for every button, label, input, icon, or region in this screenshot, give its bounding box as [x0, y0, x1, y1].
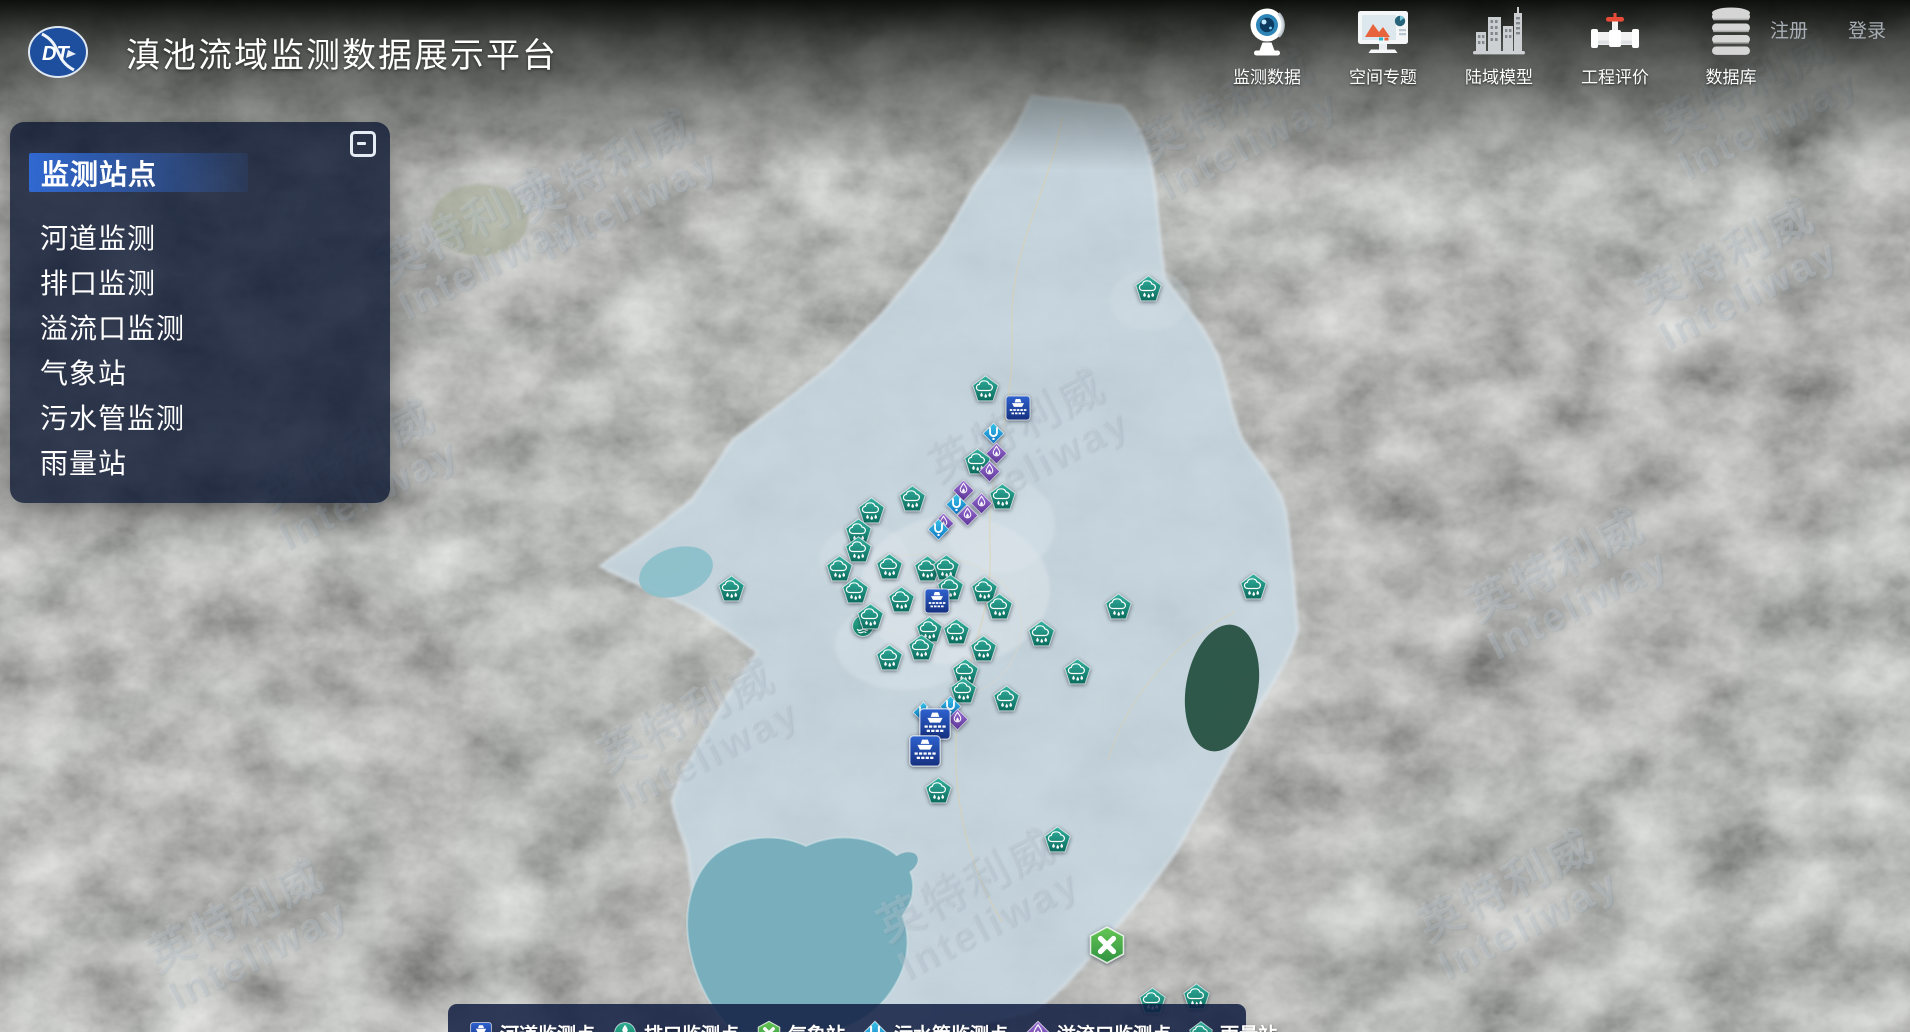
- nav-item-land-model[interactable]: 陆域模型: [1458, 4, 1540, 88]
- rain-marker[interactable]: [992, 684, 1021, 713]
- auth-links: 注册 登录: [1770, 16, 1886, 43]
- monitor-chart-icon: [1355, 4, 1411, 62]
- nav-label: 监测数据: [1233, 63, 1301, 88]
- sewage-pipe-station-icon: [862, 1020, 888, 1032]
- webcam-icon: [1239, 4, 1295, 62]
- panel-title-bar: 监测站点: [29, 153, 248, 192]
- rain-marker[interactable]: [1063, 657, 1092, 686]
- rain-marker[interactable]: [1027, 619, 1056, 648]
- river-station-icon: [468, 1020, 494, 1032]
- river-marker[interactable]: [1003, 393, 1033, 423]
- app-window: 英特利威Inteliway英特利威Inteliway英特利威Inteliway英…: [0, 0, 1910, 1032]
- panel-item-overflow[interactable]: 溢流口监测: [40, 304, 390, 349]
- river-marker[interactable]: [906, 732, 944, 770]
- nav-label: 空间专题: [1349, 63, 1417, 88]
- nav-label: 工程评价: [1581, 63, 1649, 88]
- rain-marker[interactable]: [907, 633, 936, 662]
- nav-label: 数据库: [1706, 63, 1757, 88]
- nav-item-spatial-theme[interactable]: 空间专题: [1342, 4, 1424, 88]
- weather-station-icon: [756, 1020, 782, 1032]
- rain-gauge-icon: [1188, 1020, 1214, 1032]
- nav-item-monitor-data[interactable]: 监测数据: [1226, 4, 1308, 88]
- panel-item-river[interactable]: 河道监测: [40, 214, 390, 259]
- main-nav: 监测数据 空间专题: [1226, 4, 1772, 88]
- page-title: 滇池流域监测数据展示平台: [126, 28, 558, 77]
- weather-marker[interactable]: [1087, 925, 1127, 965]
- rain-marker[interactable]: [875, 643, 904, 672]
- rain-marker[interactable]: [841, 576, 870, 605]
- river-marker[interactable]: [922, 586, 952, 616]
- overflow-marker[interactable]: [956, 504, 979, 527]
- rain-marker[interactable]: [1043, 825, 1072, 854]
- collapse-panel-button[interactable]: [350, 131, 376, 157]
- map-legend-bar: 河道监测点 排口监测点 气象站 污水管监测点 溢流口监测点 雨量站: [448, 1004, 1246, 1032]
- top-header: DT 滇池流域监测数据展示平台 监测数据: [0, 0, 1910, 96]
- pipe-valve-icon: [1587, 4, 1643, 62]
- database-icon: [1703, 4, 1759, 62]
- app-logo-icon: DT: [28, 26, 88, 78]
- panel-item-outlet[interactable]: 排口监测: [40, 259, 390, 304]
- nav-item-database[interactable]: 数据库: [1690, 4, 1772, 88]
- outlet-station-icon: [612, 1020, 638, 1032]
- monitoring-stations-panel: 监测站点 河道监测 排口监测 溢流口监测 气象站 污水管监测 雨量站: [10, 122, 390, 503]
- rain-marker[interactable]: [985, 592, 1014, 621]
- rain-marker[interactable]: [1104, 592, 1133, 621]
- overflow-station-icon: [1025, 1020, 1051, 1032]
- sewage-marker[interactable]: [927, 518, 950, 541]
- rain-marker[interactable]: [856, 602, 885, 631]
- legend-item-sewage[interactable]: 污水管监测点: [862, 1020, 1008, 1032]
- legend-item-overflow[interactable]: 溢流口监测点: [1025, 1020, 1171, 1032]
- rain-marker[interactable]: [875, 552, 904, 581]
- nav-item-project-eval[interactable]: 工程评价: [1574, 4, 1656, 88]
- city-buildings-icon: [1471, 4, 1527, 62]
- legend-item-outlet[interactable]: 排口监测点: [612, 1020, 739, 1032]
- rain-marker[interactable]: [1239, 572, 1268, 601]
- panel-item-sewage[interactable]: 污水管监测: [40, 394, 390, 439]
- register-link[interactable]: 注册: [1770, 16, 1808, 43]
- rain-marker[interactable]: [887, 585, 916, 614]
- rain-marker[interactable]: [942, 617, 971, 646]
- login-link[interactable]: 登录: [1848, 16, 1886, 43]
- overflow-marker[interactable]: [978, 460, 1001, 483]
- panel-item-rain[interactable]: 雨量站: [40, 439, 390, 484]
- svg-text:DT: DT: [42, 43, 70, 65]
- rain-marker[interactable]: [971, 374, 1000, 403]
- rain-marker[interactable]: [898, 484, 927, 513]
- panel-title: 监测站点: [41, 153, 157, 193]
- legend-item-river[interactable]: 河道监测点: [468, 1020, 595, 1032]
- legend-item-weather[interactable]: 气象站: [756, 1020, 845, 1032]
- rain-marker[interactable]: [1134, 274, 1163, 303]
- rain-marker[interactable]: [717, 574, 746, 603]
- nav-label: 陆域模型: [1465, 63, 1533, 88]
- legend-item-rain[interactable]: 雨量站: [1188, 1020, 1277, 1032]
- rain-marker[interactable]: [924, 776, 953, 805]
- panel-item-weather[interactable]: 气象站: [40, 349, 390, 394]
- panel-menu: 河道监测 排口监测 溢流口监测 气象站 污水管监测 雨量站: [40, 214, 390, 484]
